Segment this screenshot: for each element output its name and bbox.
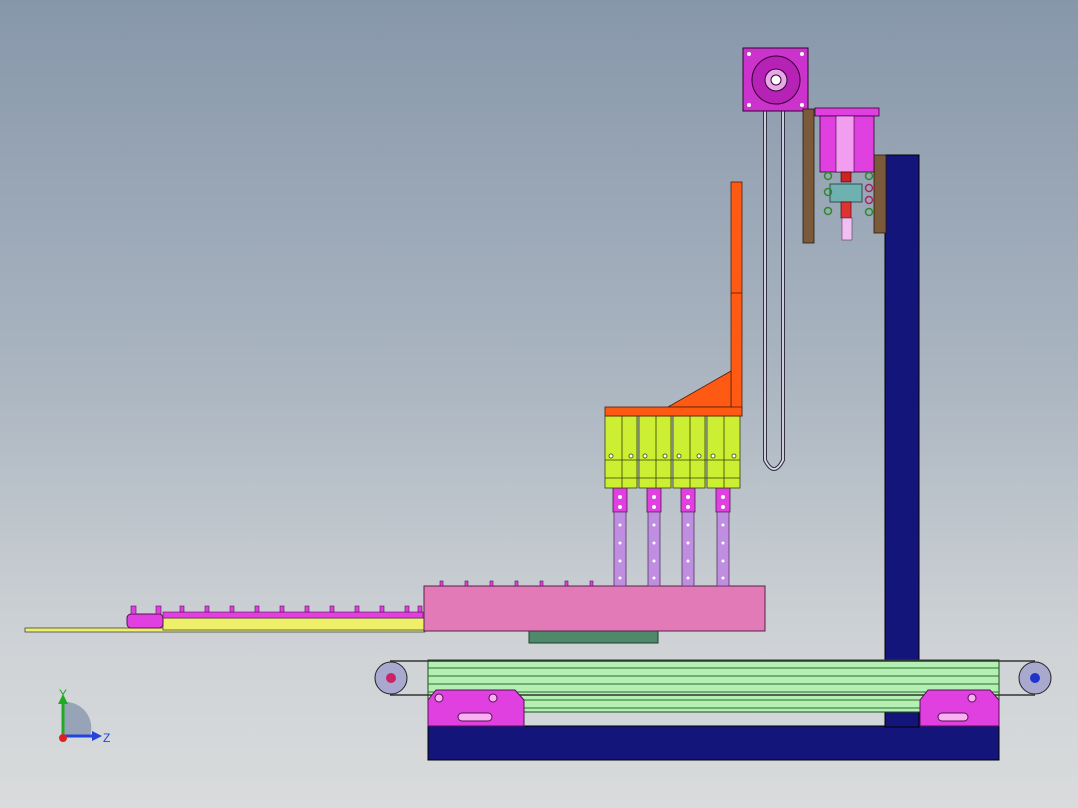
rod-3	[680, 487, 696, 587]
cad-viewport[interactable]: Y Z	[0, 0, 1078, 808]
conveyor-right-bracket	[919, 689, 1000, 727]
suction-rods	[612, 487, 731, 587]
assembly-model[interactable]	[0, 0, 1078, 808]
triad-plane-icon	[63, 701, 92, 736]
origin-icon	[59, 734, 67, 742]
mount-plate-right	[873, 154, 887, 234]
cable-loop	[763, 86, 785, 471]
conveyor-left-bracket	[427, 689, 525, 727]
top-motor	[742, 47, 809, 112]
mount-plate-left	[802, 108, 815, 244]
rod-4	[715, 487, 731, 587]
orange-bracket	[604, 181, 743, 417]
servo-motor	[814, 107, 880, 241]
y-axis-label: Y	[59, 687, 67, 701]
plate-base	[528, 630, 659, 644]
feed-rail	[24, 617, 426, 633]
z-axis-label: Z	[103, 731, 110, 745]
left-pulley	[374, 661, 408, 695]
coordinate-triad: Y Z	[50, 686, 120, 756]
slider-blocks	[604, 415, 741, 489]
right-pulley	[1018, 661, 1052, 695]
rod-2	[646, 487, 662, 587]
pink-plate	[423, 580, 766, 632]
rod-1	[612, 487, 628, 587]
